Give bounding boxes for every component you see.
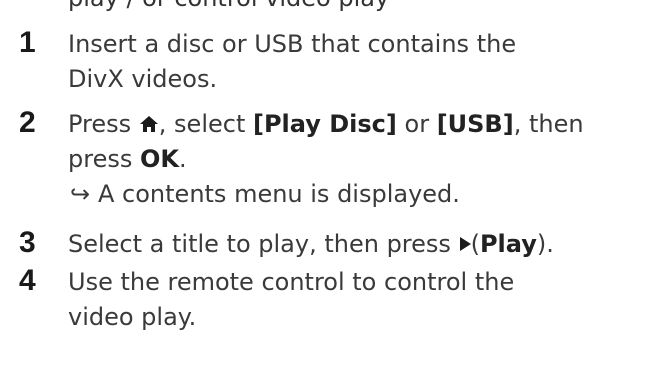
step-line: video play. (68, 303, 197, 331)
step-line: DivX videos. (68, 65, 218, 93)
step-number: 4 (19, 264, 36, 297)
step-line: Use the remote control to control the (68, 268, 515, 296)
play-icon (459, 237, 471, 251)
step-line: Press , select [Play Disc] or [USB], the… (68, 107, 643, 142)
text-then: , then (513, 110, 584, 138)
play-key: Play (479, 230, 537, 258)
step-text: Use the remote control to control the vi… (68, 265, 643, 335)
text-press: press (68, 145, 140, 173)
text-paren: ( (470, 230, 480, 258)
cutoff-text-top: play / or control video play (68, 0, 389, 12)
home-icon (139, 116, 158, 132)
step-text: Select a title to play, then press (Play… (68, 227, 643, 262)
step-line: Select a title to play, then press (Play… (68, 227, 643, 262)
step-text: Press , select [Play Disc] or [USB], the… (68, 107, 643, 212)
play-disc-option: [Play Disc] (253, 110, 397, 138)
text-press: Press (68, 110, 139, 138)
result-text: A contents menu is displayed. (98, 180, 460, 208)
text-select: , select (158, 110, 253, 138)
step-number: 3 (19, 226, 36, 259)
ok-key: OK (139, 145, 179, 173)
text-or: or (396, 110, 437, 138)
step-number: 1 (19, 26, 36, 59)
usb-option: [USB] (436, 110, 514, 138)
text-paren: ). (536, 230, 554, 258)
step-line: Insert a disc or USB that contains the (68, 30, 517, 58)
step-result: ↪ A contents menu is displayed. (68, 177, 643, 212)
step-text: Insert a disc or USB that contains the D… (68, 27, 643, 97)
step-line: press OK. (68, 142, 643, 177)
result-arrow-icon: ↪ (70, 180, 91, 208)
text-period: . (178, 145, 187, 173)
text-select-title: Select a title to play, then press (68, 230, 459, 258)
step-number: 2 (19, 106, 36, 139)
